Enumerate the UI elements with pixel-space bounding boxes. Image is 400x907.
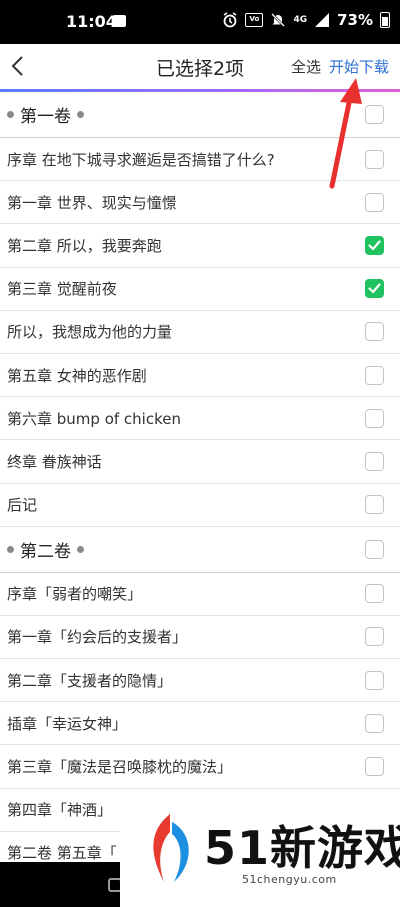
chapter-title: 第一章 世界、现实与憧憬 (7, 193, 177, 212)
chapter-title: 第三章「魔法是召唤膝枕的魔法」 (7, 758, 233, 777)
volume-header-row[interactable]: 第二卷 (0, 527, 400, 573)
chapter-row[interactable]: 第一章「约会后的支援者」 (0, 616, 400, 660)
mute-bell-icon (271, 13, 286, 27)
checkbox-unchecked[interactable] (365, 495, 384, 515)
checkbox-unchecked[interactable] (365, 757, 384, 777)
watermark-logo-icon (153, 814, 189, 882)
checkbox-unchecked[interactable] (365, 539, 384, 559)
status-time: 11:04 (66, 12, 117, 31)
chapter-title: 序章 在地下城寻求邂逅是否搞错了什么? (7, 150, 275, 169)
chapter-title: 第五章 女神的恶作剧 (7, 366, 147, 385)
chapter-row[interactable]: 序章「弱者的嘲笑」 (0, 573, 400, 616)
chapter-title: 插章「幸运女神」 (7, 714, 128, 733)
volume-title: 第一卷 (0, 102, 90, 127)
chapter-title: 所以，我想成为他的力量 (7, 323, 173, 342)
status-bar: 11:04 Vo 4G 73% (0, 0, 400, 44)
chapter-row[interactable]: 终章 眷族神话 (0, 440, 400, 484)
checkbox-unchecked[interactable] (365, 584, 384, 604)
chapter-row[interactable]: 第五章 女神的恶作剧 (0, 354, 400, 398)
watermark-url: 51chengyu.com (242, 873, 337, 886)
chapter-row[interactable]: 插章「幸运女神」 (0, 702, 400, 746)
checkbox-unchecked[interactable] (365, 365, 384, 385)
chapter-row[interactable]: 第三章 觉醒前夜 (0, 268, 400, 311)
bullet-dot-icon (7, 545, 14, 553)
chapter-title: 第二章「支援者的隐情」 (7, 671, 173, 690)
bullet-dot-icon (77, 545, 84, 553)
checkmark-icon (368, 283, 381, 294)
chapter-row[interactable]: 第三章「魔法是召唤膝枕的魔法」 (0, 745, 400, 789)
chapter-title: 第三章 觉醒前夜 (7, 280, 117, 299)
chapter-row[interactable]: 所以，我想成为他的力量 (0, 311, 400, 354)
checkbox-checked[interactable] (365, 235, 384, 255)
checkbox-unchecked[interactable] (365, 451, 384, 471)
chapter-list: 第一卷序章 在地下城寻求邂逅是否搞错了什么? 第一章 世界、现实与憧憬 第二章 所以… (0, 92, 400, 875)
checkbox-unchecked[interactable] (365, 627, 384, 647)
volte-icon: Vo (245, 13, 264, 27)
checkmark-icon (368, 240, 381, 251)
chapter-title: 终章 眷族神话 (7, 452, 102, 471)
chapter-title: 第二卷 第五章「 (7, 844, 117, 863)
checkbox-unchecked[interactable] (365, 192, 384, 212)
red-arrow-annotation (329, 78, 362, 189)
checkbox-unchecked[interactable] (365, 713, 384, 733)
chapter-title: 第一章「约会后的支援者」 (7, 628, 188, 647)
gallery-notification-icon (113, 15, 126, 27)
chapter-row[interactable]: 后记 (0, 484, 400, 527)
chapter-row[interactable]: 第六章 bump of chicken (0, 397, 400, 441)
volume-title: 第二卷 (0, 537, 90, 562)
bullet-dot-icon (7, 111, 14, 118)
checkbox-unchecked[interactable] (365, 322, 384, 342)
volume-title-text: 第一卷 (20, 107, 71, 127)
chapter-title: 第四章「神酒」 (7, 801, 113, 820)
watermark-brand: 51新游戏 (204, 821, 400, 875)
chapter-row[interactable]: 第二章 所以，我要奔跑 (0, 224, 400, 268)
watermark: 51新游戏 51chengyu.com (120, 790, 400, 907)
volume-title-text: 第二卷 (20, 541, 71, 562)
chapter-row[interactable]: 第二章「支援者的隐情」 (0, 659, 400, 703)
chapter-title: 第六章 bump of chicken (7, 409, 181, 428)
chapter-title: 后记 (7, 496, 38, 515)
select-all-button[interactable]: 全选 (291, 56, 321, 77)
bullet-dot-icon (77, 111, 84, 118)
checkbox-unchecked[interactable] (365, 670, 384, 690)
signal-icon (315, 13, 330, 27)
chapter-title: 序章「弱者的嘲笑」 (7, 585, 143, 604)
chapter-title: 第二章 所以，我要奔跑 (7, 236, 162, 255)
checkbox-unchecked[interactable] (365, 408, 384, 428)
battery-percent: 73% (337, 11, 373, 29)
battery-icon (380, 12, 390, 28)
status-icons: Vo 4G 73% (222, 11, 390, 29)
checkbox-checked[interactable] (365, 279, 384, 299)
alarm-icon (223, 12, 237, 28)
network-type: 4G (293, 15, 308, 25)
